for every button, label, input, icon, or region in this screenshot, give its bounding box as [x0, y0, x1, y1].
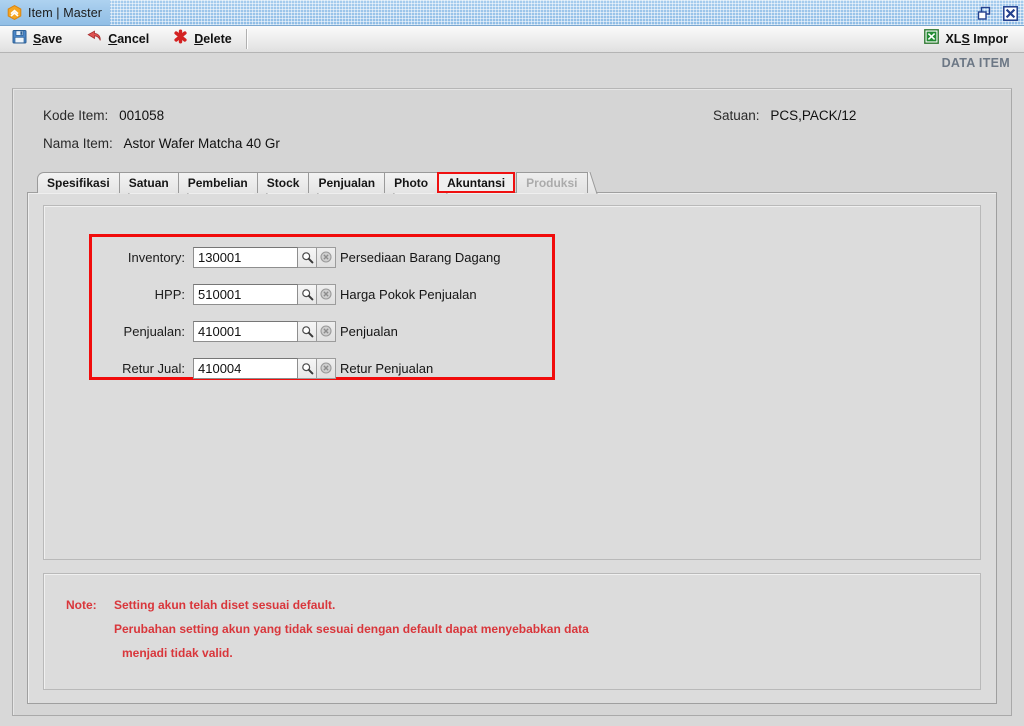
satuan-value: PCS,PACK/12	[770, 108, 857, 123]
inventory-row: Inventory: Persediaan B	[100, 245, 500, 269]
item-header-fields: Kode Item: 001058 Nama Item: Astor Wafer…	[13, 89, 1011, 161]
tab-label: Spesifikasi	[47, 176, 110, 190]
window-controls	[976, 0, 1019, 26]
toolbar-separator	[245, 29, 248, 49]
tab-label: Photo	[394, 176, 429, 190]
magnifier-icon[interactable]	[298, 357, 317, 379]
accounting-highlight-box: Inventory: Persediaan B	[89, 234, 555, 380]
titlebar-title-group: Item | Master	[0, 0, 111, 25]
tab-label: Akuntansi	[447, 175, 506, 190]
retur-jual-description: Retur Penjualan	[340, 360, 434, 376]
toolbar-right-group: XLS Impor	[912, 26, 1020, 52]
tab-label: Stock	[266, 176, 300, 190]
window-titlebar: Item | Master	[0, 0, 1024, 26]
kode-item-label: Kode Item:	[43, 108, 109, 123]
item-master-panel: Kode Item: 001058 Nama Item: Astor Wafer…	[12, 88, 1012, 716]
inventory-input[interactable]	[193, 246, 298, 268]
excel-icon	[924, 29, 940, 49]
data-item-bar: DATA ITEM	[0, 53, 1024, 77]
cancel-button[interactable]: Cancel	[74, 26, 161, 52]
inventory-label: Inventory:	[127, 249, 185, 265]
hpp-input[interactable]	[193, 283, 298, 305]
nama-item-value: Astor Wafer Matcha 40 Gr	[123, 136, 280, 151]
nama-item-field: Nama Item: Astor Wafer Matcha 40 Gr	[43, 136, 280, 151]
note-line-2: Perubahan setting akun yang tidak sesuai…	[114, 622, 589, 636]
accounting-fields-group: Inventory: Persediaan B	[43, 205, 981, 560]
page-title: DATA ITEM	[941, 56, 1010, 70]
delete-button-label: Delete	[194, 32, 232, 46]
tab-produksi: Produksi	[516, 172, 588, 193]
undo-arrow-icon	[86, 29, 102, 49]
tab-satuan[interactable]: Satuan	[118, 172, 179, 193]
retur-jual-row: Retur Jual: Retur Penju	[100, 356, 433, 380]
item-tabs: Spesifikasi Satuan Pembelian Stock Penju…	[37, 171, 588, 193]
titlebar-hatch-pattern	[0, 0, 1024, 25]
xls-import-label: XLS Impor	[945, 32, 1008, 46]
note-label: Note:	[66, 598, 97, 612]
delete-asterisk-icon	[173, 29, 188, 49]
hexagon-chevron-icon	[7, 5, 22, 20]
note-line-1: Setting akun telah diset sesuai default.	[114, 598, 336, 612]
note-panel: Note: Setting akun telah diset sesuai de…	[43, 573, 981, 690]
tab-label: Penjualan	[318, 176, 376, 190]
tab-spesifikasi[interactable]: Spesifikasi	[37, 172, 120, 193]
penjualan-label: Penjualan:	[123, 323, 185, 339]
tab-penjualan[interactable]: Penjualan	[308, 172, 386, 193]
cancel-button-label: Cancel	[108, 32, 150, 46]
kode-item-value: 001058	[119, 108, 165, 123]
magnifier-icon[interactable]	[298, 320, 317, 342]
retur-jual-label: Retur Jual:	[122, 360, 185, 376]
clear-circle-icon	[317, 320, 336, 342]
tab-stock[interactable]: Stock	[256, 172, 310, 193]
satuan-field: Satuan: PCS,PACK/12	[713, 108, 856, 123]
tab-akuntansi[interactable]: Akuntansi	[437, 172, 516, 193]
magnifier-icon[interactable]	[298, 246, 317, 268]
tab-pembelian[interactable]: Pembelian	[177, 172, 258, 193]
clear-circle-icon	[317, 246, 336, 268]
floppy-disk-icon	[12, 29, 27, 49]
close-window-icon[interactable]	[1002, 5, 1019, 22]
window-title: Item | Master	[28, 5, 103, 20]
note-line-3: menjadi tidak valid.	[122, 646, 233, 660]
main-toolbar: Save Cancel Delete XLS Impor	[0, 26, 1024, 53]
restore-window-icon[interactable]	[976, 5, 993, 22]
kode-item-field: Kode Item: 001058	[43, 108, 164, 123]
save-button-label: Save	[33, 32, 63, 46]
penjualan-input[interactable]	[193, 320, 298, 342]
penjualan-description: Penjualan	[340, 323, 398, 339]
nama-item-label: Nama Item:	[43, 136, 113, 151]
satuan-label: Satuan:	[713, 108, 760, 123]
inventory-description: Persediaan Barang Dagang	[340, 249, 501, 265]
clear-circle-icon	[317, 283, 336, 305]
magnifier-icon[interactable]	[298, 283, 317, 305]
tab-photo[interactable]: Photo	[384, 172, 439, 193]
tab-label: Produksi	[526, 176, 578, 190]
delete-button[interactable]: Delete	[161, 26, 244, 52]
hpp-label: HPP:	[154, 286, 185, 302]
tab-label: Pembelian	[187, 176, 248, 190]
hpp-description: Harga Pokok Penjualan	[340, 286, 477, 302]
akuntansi-tab-panel: Inventory: Persediaan B	[27, 192, 997, 704]
retur-jual-input[interactable]	[193, 357, 298, 379]
penjualan-row: Penjualan: Penjualan	[100, 319, 398, 343]
xls-import-button[interactable]: XLS Impor	[912, 26, 1020, 52]
hpp-row: HPP: Harga Pokok Penjua	[100, 282, 477, 306]
tab-label: Satuan	[128, 176, 169, 190]
clear-circle-icon	[317, 357, 336, 379]
save-button[interactable]: Save	[0, 26, 74, 52]
